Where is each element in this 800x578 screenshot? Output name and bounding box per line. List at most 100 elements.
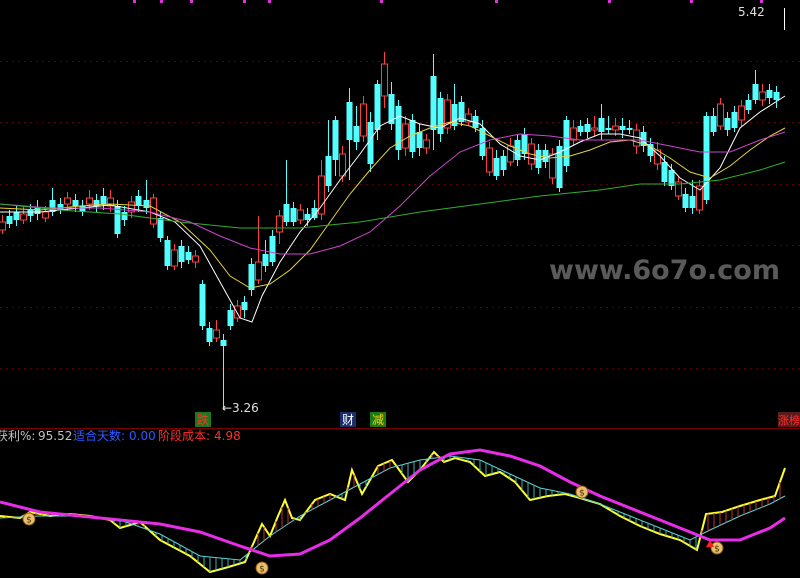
candle-body [724,118,731,130]
top-marker [495,0,498,3]
candle-body [227,310,234,326]
candle-body [626,128,633,130]
candle-body [542,150,549,162]
candle-body [276,215,283,233]
candle-body [143,200,150,208]
candle-body [745,100,752,110]
candle-body [248,264,255,290]
top-marker [380,0,383,3]
candle-body [570,127,577,141]
candle-body [360,103,367,137]
stock-chart-screen: $ $ $ $ www.6o7o.com 5.42 ←3.26 跌 财 减 涨榜 获利… [0,0,800,578]
candle-body [332,120,339,160]
svg-text:$: $ [579,489,585,499]
money-bag-icon: $ [710,541,724,555]
top-marker [160,0,163,3]
candle-body [584,124,591,132]
candle-body [255,261,262,281]
candle-body [682,194,689,208]
candle-body [766,90,773,98]
candle-body [185,252,192,260]
candle-body [661,162,668,182]
candle-body [752,84,759,100]
candle-body [717,103,724,127]
svg-text:$: $ [714,545,720,555]
candle-body [759,91,766,101]
candle-body [563,120,570,166]
candle-body [423,139,430,149]
osc-slow-line [0,448,786,558]
candle-body [486,147,493,173]
candle-body [346,102,353,140]
candle-body [437,98,444,134]
top-marker [760,0,763,3]
candle-body [0,221,6,231]
candle-body [262,254,269,266]
candle-body [178,246,185,262]
candle-body [64,197,71,205]
svg-text:$: $ [259,565,265,575]
candle-body [507,145,514,163]
candle-body [493,158,500,176]
candle-body [135,196,142,206]
candle-body [72,200,79,206]
top-marker [190,0,193,3]
candle-body [577,126,584,132]
candle-body [199,284,206,326]
candle-body [6,216,13,224]
candle-body [619,126,626,130]
top-marker [608,0,611,3]
candle-body [402,123,409,149]
top-marker [133,0,136,3]
candle-body [500,156,507,170]
candle-body [241,302,248,310]
osc-mid-line [0,455,786,561]
candle-body [213,329,220,339]
candle-body [731,112,738,128]
candle-body [598,118,605,132]
candle-body [416,132,423,148]
candle-body [269,236,276,262]
money-bag-icon: $ [575,485,589,499]
candle-body [605,128,612,130]
candle-body [192,255,199,263]
candle-body [304,214,311,220]
kline-chart[interactable]: $ $ $ $ [0,0,800,578]
candle-body [42,211,49,219]
candle-body [234,305,241,319]
candle-body [773,92,780,100]
candle-body [381,63,388,97]
candle-body [325,156,332,186]
candle-body [157,218,164,238]
candle-body [612,125,619,131]
money-bag-icon: $ [22,512,36,526]
top-marker [690,0,693,3]
candle-body [121,212,128,220]
candle-body [57,204,64,210]
candle-body [297,209,304,221]
candle-body [703,116,710,200]
candle-body [220,340,227,346]
candle-body [20,213,27,221]
candle-body [738,105,745,121]
candle-body [689,196,696,208]
candle-body [13,212,20,220]
candle-body [339,153,346,177]
money-bag-icon: $ [255,561,269,575]
osc-fast-line [0,450,786,574]
candle-body [591,127,598,131]
candle-body [290,208,297,222]
candle-body [374,84,381,130]
candle-body [150,197,157,225]
candle-body [206,328,213,342]
candle-body [164,240,171,266]
candle-body [34,208,41,214]
candle-body [114,206,121,234]
svg-text:$: $ [26,516,32,526]
candle-body [353,126,360,142]
candle-body [430,76,437,130]
candle-body [710,116,717,132]
top-marker [268,0,271,3]
candle-body [283,204,290,222]
candle-body [86,197,93,205]
